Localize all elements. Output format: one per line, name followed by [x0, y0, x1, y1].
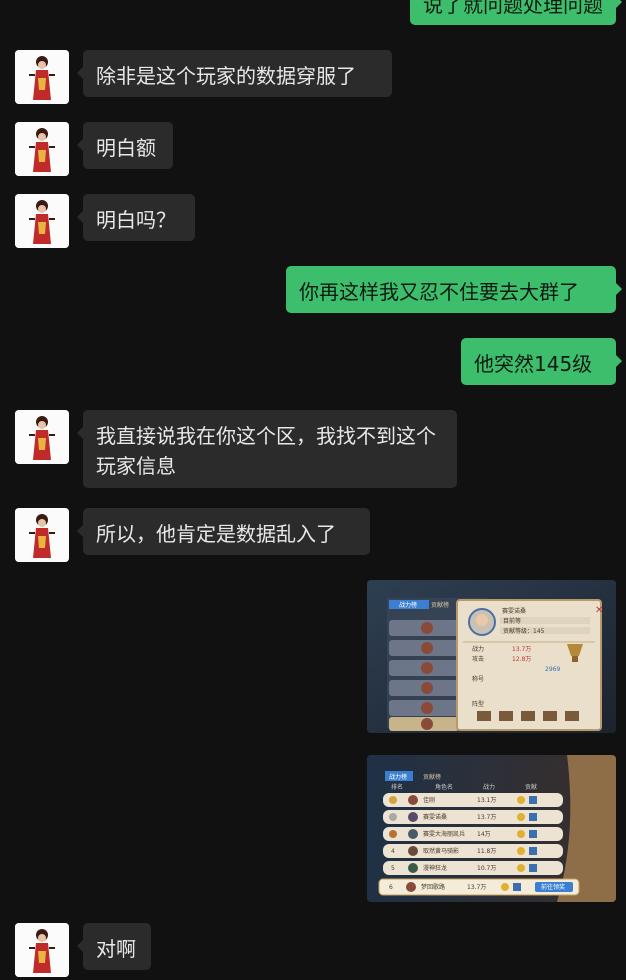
- svg-text:攻击: 攻击: [472, 655, 484, 663]
- svg-text:12.8万: 12.8万: [512, 656, 531, 663]
- svg-text:战力榜: 战力榜: [399, 601, 417, 609]
- message-bubble-incoming[interactable]: 除非是这个玩家的数据穿服了: [77, 50, 392, 97]
- message-bubble-incoming[interactable]: 所以，他肯定是数据乱入了: [77, 508, 370, 555]
- svg-text:11.8万: 11.8万: [477, 848, 496, 855]
- svg-text:6: 6: [389, 884, 393, 891]
- svg-text:5: 5: [391, 865, 395, 872]
- game-screenshot-image[interactable]: 战力榜 贡献榜 排名 角色名 战力 贡献 佳刚 13.1万 赛雯诺桑 13.7万…: [367, 755, 616, 902]
- message-bubble-incoming[interactable]: 我直接说我在你这个区，我找不到这个玩家信息: [77, 410, 457, 488]
- game-ranking-popup-image: 战力榜 贡献榜 ✕ 赛雯诺桑 目前等 贡献等级： 145 战力 13.7万 攻击…: [367, 580, 616, 733]
- svg-text:贡献等级：: 贡献等级：: [503, 627, 533, 635]
- svg-text:佳刚: 佳刚: [423, 796, 435, 804]
- svg-text:贡献: 贡献: [525, 783, 537, 791]
- game-leaderboard-image: 战力榜 贡献榜 排名 角色名 战力 贡献 佳刚 13.1万 赛雯诺桑 13.7万…: [367, 755, 616, 902]
- avatar[interactable]: [15, 923, 69, 977]
- avatar[interactable]: [15, 194, 69, 248]
- svg-text:赛雯诺桑: 赛雯诺桑: [502, 607, 526, 615]
- message-bubble-outgoing[interactable]: 他突然145级: [461, 338, 622, 385]
- avatar[interactable]: [15, 50, 69, 104]
- svg-text:4: 4: [391, 848, 395, 855]
- svg-text:✕: ✕: [595, 605, 603, 616]
- svg-text:13.1万: 13.1万: [477, 797, 496, 804]
- svg-text:赛雯诺桑: 赛雯诺桑: [423, 813, 447, 821]
- message-bubble-outgoing[interactable]: 说了就问题处理问题: [410, 0, 622, 25]
- svg-text:取然黄马骑影: 取然黄马骑影: [423, 847, 459, 855]
- svg-text:10.7万: 10.7万: [477, 865, 496, 872]
- avatar-figure-icon: [15, 508, 69, 562]
- avatar[interactable]: [15, 122, 69, 176]
- svg-text:目前等: 目前等: [503, 617, 521, 625]
- message-bubble-incoming[interactable]: 明白额: [77, 122, 173, 169]
- svg-text:前往领奖: 前往领奖: [541, 883, 565, 891]
- svg-text:13.7万: 13.7万: [512, 646, 531, 653]
- game-screenshot-image[interactable]: 战力榜 贡献榜 ✕ 赛雯诺桑 目前等 贡献等级： 145 战力 13.7万 攻击…: [367, 580, 616, 733]
- avatar-figure-icon: [15, 923, 69, 977]
- svg-text:战力: 战力: [472, 645, 484, 653]
- avatar-figure-icon: [15, 50, 69, 104]
- svg-text:阵型: 阵型: [472, 700, 484, 708]
- avatar-figure-icon: [15, 194, 69, 248]
- svg-text:战力: 战力: [483, 783, 495, 791]
- svg-text:13.7万: 13.7万: [467, 884, 486, 891]
- svg-text:赛雯大海丽凯兵: 赛雯大海丽凯兵: [423, 830, 465, 838]
- svg-text:13.7万: 13.7万: [477, 814, 496, 821]
- message-bubble-outgoing[interactable]: 你再这样我又忍不住要去大群了: [286, 266, 622, 313]
- svg-text:漫神狂龙: 漫神狂龙: [423, 864, 447, 872]
- message-bubble-incoming[interactable]: 明白吗？: [77, 194, 195, 241]
- message-bubble-incoming[interactable]: 对啊: [77, 923, 151, 970]
- svg-text:2969: 2969: [545, 666, 560, 673]
- svg-text:排名: 排名: [391, 783, 403, 791]
- svg-text:贡献榜: 贡献榜: [423, 773, 441, 781]
- avatar[interactable]: [15, 410, 69, 464]
- avatar[interactable]: [15, 508, 69, 562]
- svg-text:贡献榜: 贡献榜: [431, 601, 449, 609]
- avatar-figure-icon: [15, 410, 69, 464]
- svg-text:14万: 14万: [477, 831, 491, 838]
- svg-text:梦回歌路: 梦回歌路: [421, 883, 445, 891]
- svg-text:战力榜: 战力榜: [389, 773, 407, 781]
- svg-text:称号: 称号: [472, 675, 484, 683]
- svg-text:角色名: 角色名: [435, 783, 453, 791]
- svg-text:145: 145: [533, 628, 545, 635]
- avatar-figure-icon: [15, 122, 69, 176]
